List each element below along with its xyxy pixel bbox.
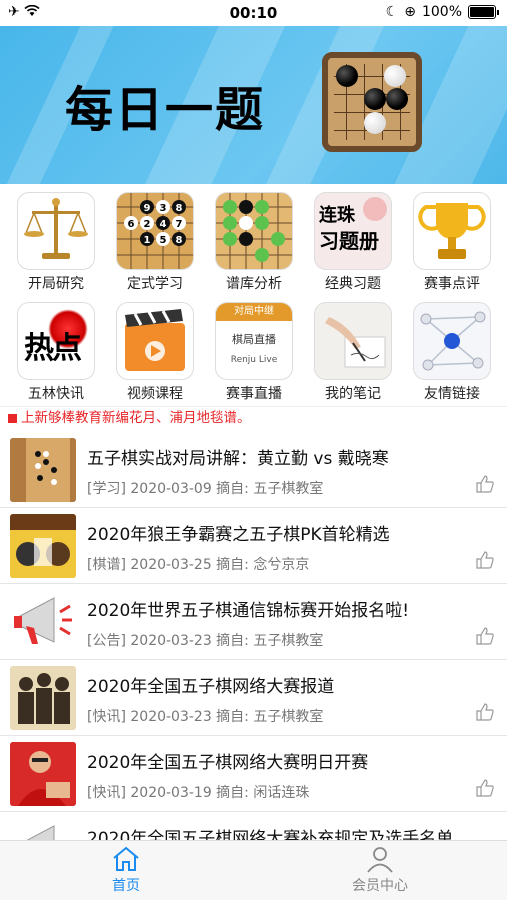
- list-item[interactable]: 2020年全国五子棋网络大赛补充规定及选手名单: [0, 812, 507, 840]
- article-title: 2020年全国五子棋网络大赛补充规定及选手名单: [87, 829, 454, 840]
- megaphone-thumbnail: [10, 818, 76, 840]
- grid-item-event-review[interactable]: 赛事点评: [402, 186, 502, 293]
- grid-item-game-library[interactable]: 谱库分析: [204, 186, 304, 293]
- svg-text:4: 4: [160, 219, 167, 230]
- exercise-book-text: 习题册: [319, 229, 379, 253]
- live-broadcast-icon: 对局中继 棋局直播 Renju Live: [215, 302, 293, 380]
- svg-text:5: 5: [160, 235, 167, 246]
- grid-item-classic-exercises[interactable]: 连珠 习题册 经典习题: [303, 186, 403, 293]
- orientation-lock-icon: ⊕: [404, 4, 416, 20]
- grid-label: 赛事直播: [226, 386, 282, 402]
- list-item[interactable]: 五子棋实战对局讲解：黄立勤 vs 戴晓寒 [学习] 2020-03-09 摘自:…: [0, 432, 507, 508]
- thumbs-up-icon[interactable]: [475, 474, 495, 494]
- notice-marquee[interactable]: 上新够棒教育新编花月、浦月地毯谱。: [0, 406, 507, 428]
- hot-text: 热点: [24, 331, 82, 366]
- list-item[interactable]: 2020年全国五子棋网络大赛明日开赛 [快讯] 2020-03-19 摘自: 闲…: [0, 736, 507, 812]
- tab-home[interactable]: 首页: [66, 845, 186, 895]
- grid-item-gomoku-news[interactable]: 热点 五林快讯: [6, 296, 106, 403]
- hot-news-icon: 热点: [17, 302, 95, 380]
- live-header: 对局中继: [216, 303, 292, 321]
- svg-text:3: 3: [160, 203, 167, 214]
- article-list: 五子棋实战对局讲解：黄立勤 vs 戴晓寒 [学习] 2020-03-09 摘自:…: [0, 432, 507, 840]
- svg-text:8: 8: [176, 203, 183, 214]
- article-meta: [学习] 2020-03-09 摘自: 五子棋教室: [87, 481, 324, 497]
- status-bar: ✈ 00:10 ☾ ⊕ 100%: [0, 0, 507, 26]
- moon-icon: ☾: [385, 4, 399, 20]
- megaphone-thumbnail: [10, 590, 76, 654]
- grid-label: 经典习题: [325, 276, 381, 292]
- svg-text:8: 8: [176, 235, 183, 246]
- daily-puzzle-banner[interactable]: 每日一题: [0, 26, 507, 184]
- grid-label: 五林快讯: [28, 386, 84, 402]
- list-item[interactable]: 2020年狼王争霸赛之五子棋PK首轮精选 [棋谱] 2020-03-25 摘自:…: [0, 508, 507, 584]
- player-photo-thumbnail: [10, 742, 76, 806]
- thumbs-up-icon[interactable]: [475, 702, 495, 722]
- grid-item-joseki-study[interactable]: 9 3 8 6 2 4 7 1 5 8 定式学习: [105, 186, 205, 293]
- grid-label: 谱库分析: [226, 276, 282, 292]
- grid-label: 开局研究: [28, 276, 84, 292]
- banner-title: 每日一题: [65, 82, 266, 138]
- tab-bar: 首页 会员中心: [0, 840, 507, 900]
- go-board-icon: [322, 52, 422, 152]
- battery-icon: [468, 5, 496, 19]
- svg-text:1: 1: [144, 235, 151, 246]
- list-item[interactable]: 2020年世界五子棋通信锦标赛开始报名啦! [公告] 2020-03-23 摘自…: [0, 584, 507, 660]
- user-icon: [367, 847, 393, 873]
- feature-grid: 开局研究 9 3 8 6 2 4 7 1 5 8 定式学习 谱库分析 连珠 习题…: [0, 184, 507, 402]
- lianzhu-exercise-book-icon: 连珠 习题册: [314, 192, 392, 270]
- article-title: 2020年世界五子棋通信锦标赛开始报名啦!: [87, 601, 410, 621]
- writing-notes-icon: [314, 302, 392, 380]
- list-item[interactable]: 2020年全国五子棋网络大赛报道 [快讯] 2020-03-23 摘自: 五子棋…: [0, 660, 507, 736]
- article-title: 2020年全国五子棋网络大赛报道: [87, 677, 335, 697]
- svg-text:7: 7: [176, 219, 183, 230]
- video-clapper-icon: [116, 302, 194, 380]
- notice-square-icon: [8, 414, 17, 423]
- group-drawing-thumbnail: [10, 666, 76, 730]
- grid-item-friendly-links[interactable]: 友情链接: [402, 296, 502, 403]
- trophy-icon: [413, 192, 491, 270]
- grid-label: 赛事点评: [424, 276, 480, 292]
- grid-label: 视频课程: [127, 386, 183, 402]
- svg-text:6: 6: [128, 219, 135, 230]
- scales-icon: [17, 192, 95, 270]
- status-right: ☾ ⊕ 100%: [386, 4, 499, 20]
- article-meta: [公告] 2020-03-23 摘自: 五子棋教室: [87, 633, 324, 649]
- network-links-icon: [413, 302, 491, 380]
- article-meta: [快讯] 2020-03-23 摘自: 五子棋教室: [87, 709, 324, 725]
- grid-label: 友情链接: [424, 386, 480, 402]
- tab-label: 会员中心: [352, 878, 408, 894]
- lianzhu-text: 连珠: [319, 205, 355, 226]
- event-poster-thumbnail: [10, 514, 76, 578]
- grid-item-video-courses[interactable]: 视频课程: [105, 296, 205, 403]
- home-icon: [113, 846, 139, 871]
- live-title: 棋局直播: [232, 333, 276, 346]
- battery-percent: 100%: [421, 4, 462, 20]
- thumbs-up-icon[interactable]: [475, 626, 495, 646]
- live-subtitle: Renju Live: [230, 355, 278, 365]
- article-meta: [棋谱] 2020-03-25 摘自: 念兮京京: [87, 557, 310, 573]
- tab-label: 首页: [112, 878, 140, 894]
- grid-item-live-broadcast[interactable]: 对局中继 棋局直播 Renju Live 赛事直播: [204, 296, 304, 403]
- grid-label: 定式学习: [127, 276, 183, 292]
- notice-text: 上新够棒教育新编花月、浦月地毯谱。: [21, 410, 251, 426]
- grid-label: 我的笔记: [325, 386, 381, 402]
- grid-item-opening-research[interactable]: 开局研究: [6, 186, 106, 293]
- article-meta: [快讯] 2020-03-19 摘自: 闲话连珠: [87, 785, 310, 801]
- thumbs-up-icon[interactable]: [475, 550, 495, 570]
- article-title: 2020年狼王争霸赛之五子棋PK首轮精选: [87, 525, 390, 545]
- analysis-board-icon: [215, 192, 293, 270]
- board-photo-thumbnail: [10, 438, 76, 502]
- svg-text:9: 9: [144, 203, 151, 214]
- thumbs-up-icon[interactable]: [475, 778, 495, 798]
- numbered-stones-icon: 9 3 8 6 2 4 7 1 5 8: [116, 192, 194, 270]
- article-title: 五子棋实战对局讲解：黄立勤 vs 戴晓寒: [87, 449, 389, 469]
- tab-member-center[interactable]: 会员中心: [320, 845, 440, 895]
- grid-item-my-notes[interactable]: 我的笔记: [303, 296, 403, 403]
- article-title: 2020年全国五子棋网络大赛明日开赛: [87, 753, 369, 773]
- svg-text:2: 2: [144, 219, 151, 230]
